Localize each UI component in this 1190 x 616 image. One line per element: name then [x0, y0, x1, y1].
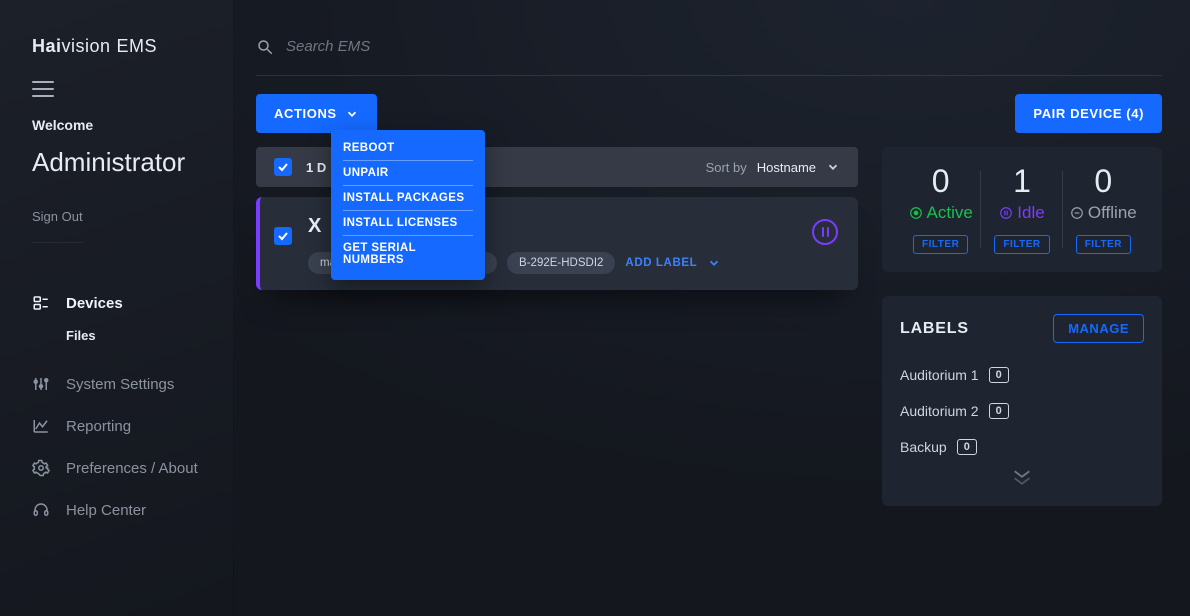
label-count: 0 — [957, 439, 977, 455]
sortby-value: Hostname — [757, 160, 816, 175]
label-row[interactable]: Auditorium 1 0 — [900, 357, 1144, 393]
filter-offline-button[interactable]: FILTER — [1076, 235, 1131, 254]
search-icon — [256, 38, 274, 56]
main-area: Actions REBOOT UNPAIR INSTALL PACKAGES I… — [234, 0, 1190, 616]
action-install-packages[interactable]: INSTALL PACKAGES — [343, 186, 473, 211]
label-name: Auditorium 2 — [900, 403, 979, 419]
devices-icon — [32, 294, 50, 312]
welcome-label: Welcome — [32, 117, 205, 133]
label-name: Auditorium 1 — [900, 367, 979, 383]
stat-idle-value: 1 — [987, 165, 1056, 197]
sort-control[interactable]: Sort by Hostname — [706, 160, 840, 175]
nav-help-label: Help Center — [66, 502, 146, 519]
label-count: 0 — [989, 403, 1009, 419]
status-panel: 0 Active FILTER 1 Idle FILTER — [882, 147, 1162, 272]
label-name: Backup — [900, 439, 947, 455]
search-bar — [256, 18, 1162, 76]
stat-offline-label: Offline — [1088, 203, 1137, 223]
nav-help[interactable]: Help Center — [32, 489, 205, 531]
actions-label: Actions — [274, 106, 337, 121]
chevron-down-icon — [826, 160, 840, 174]
brand-logo: Haivision EMS — [32, 36, 205, 57]
labels-panel: LABELS MANAGE Auditorium 1 0 Auditorium … — [882, 296, 1162, 506]
menu-toggle-icon[interactable] — [32, 81, 54, 97]
search-input[interactable] — [286, 38, 1162, 55]
offline-icon — [1070, 206, 1084, 220]
nav-system-settings[interactable]: System Settings — [32, 363, 205, 405]
gear-icon — [32, 459, 50, 477]
stat-active-value: 0 — [906, 165, 975, 197]
headset-icon — [32, 501, 50, 519]
manage-labels-button[interactable]: MANAGE — [1053, 314, 1144, 343]
action-reboot[interactable]: REBOOT — [343, 136, 473, 161]
active-icon — [909, 206, 923, 220]
add-label-button[interactable]: ADD LABEL — [625, 256, 721, 270]
check-icon — [277, 230, 289, 242]
nav-files-label: Files — [66, 328, 96, 343]
stat-active: 0 Active FILTER — [900, 165, 981, 254]
user-role: Administrator — [32, 147, 205, 178]
expand-labels-icon[interactable] — [900, 467, 1144, 488]
stat-idle: 1 Idle FILTER — [981, 165, 1062, 254]
chevron-down-icon — [707, 256, 721, 270]
label-row[interactable]: Backup 0 — [900, 429, 1144, 465]
action-get-serials[interactable]: GET SERIAL NUMBERS — [343, 236, 473, 272]
label-count: 0 — [989, 367, 1009, 383]
nav-preferences-label: Preferences / About — [66, 460, 198, 477]
toolbar: Actions REBOOT UNPAIR INSTALL PACKAGES I… — [256, 94, 1162, 133]
brand-rest: vision — [62, 36, 111, 56]
chip-serial[interactable]: B-292E-HDSDI2 — [507, 252, 615, 274]
brand-bold: Hai — [32, 36, 62, 56]
device-checkbox[interactable] — [274, 227, 292, 245]
actions-dropdown: REBOOT UNPAIR INSTALL PACKAGES INSTALL L… — [331, 130, 485, 280]
sign-out-link[interactable]: Sign Out — [32, 209, 83, 243]
actions-button[interactable]: Actions — [256, 94, 377, 133]
brand-suffix: EMS — [117, 36, 158, 56]
filter-idle-button[interactable]: FILTER — [994, 235, 1049, 254]
sidebar: Haivision EMS Welcome Administrator Sign … — [0, 0, 234, 616]
nav-reporting-label: Reporting — [66, 418, 131, 435]
nav-devices-label: Devices — [66, 295, 123, 312]
sortby-label: Sort by — [706, 160, 747, 175]
select-all-checkbox[interactable] — [274, 158, 292, 176]
label-row[interactable]: Auditorium 2 0 — [900, 393, 1144, 429]
pair-device-button[interactable]: Pair Device (4) — [1015, 94, 1162, 133]
chart-icon — [32, 417, 50, 435]
stat-offline-value: 0 — [1069, 165, 1138, 197]
nav-settings-label: System Settings — [66, 376, 174, 393]
stat-offline: 0 Offline FILTER — [1063, 165, 1144, 254]
stat-idle-label: Idle — [1017, 203, 1044, 223]
nav-devices[interactable]: Devices — [32, 282, 205, 324]
idle-icon — [999, 206, 1013, 220]
nav-files[interactable]: Files — [32, 324, 205, 363]
stat-active-label: Active — [927, 203, 973, 223]
selection-count: 1 D — [306, 160, 326, 175]
labels-title: LABELS — [900, 320, 969, 338]
action-install-licenses[interactable]: INSTALL LICENSES — [343, 211, 473, 236]
nav-preferences[interactable]: Preferences / About — [32, 447, 205, 489]
pause-status-icon — [812, 219, 838, 245]
sliders-icon — [32, 375, 50, 393]
add-label-text: ADD LABEL — [625, 257, 697, 269]
filter-active-button[interactable]: FILTER — [913, 235, 968, 254]
chevron-down-icon — [345, 107, 359, 121]
nav-reporting[interactable]: Reporting — [32, 405, 205, 447]
check-icon — [277, 161, 289, 173]
action-unpair[interactable]: UNPAIR — [343, 161, 473, 186]
primary-nav: Devices Files System Settings Reporting … — [32, 282, 205, 531]
